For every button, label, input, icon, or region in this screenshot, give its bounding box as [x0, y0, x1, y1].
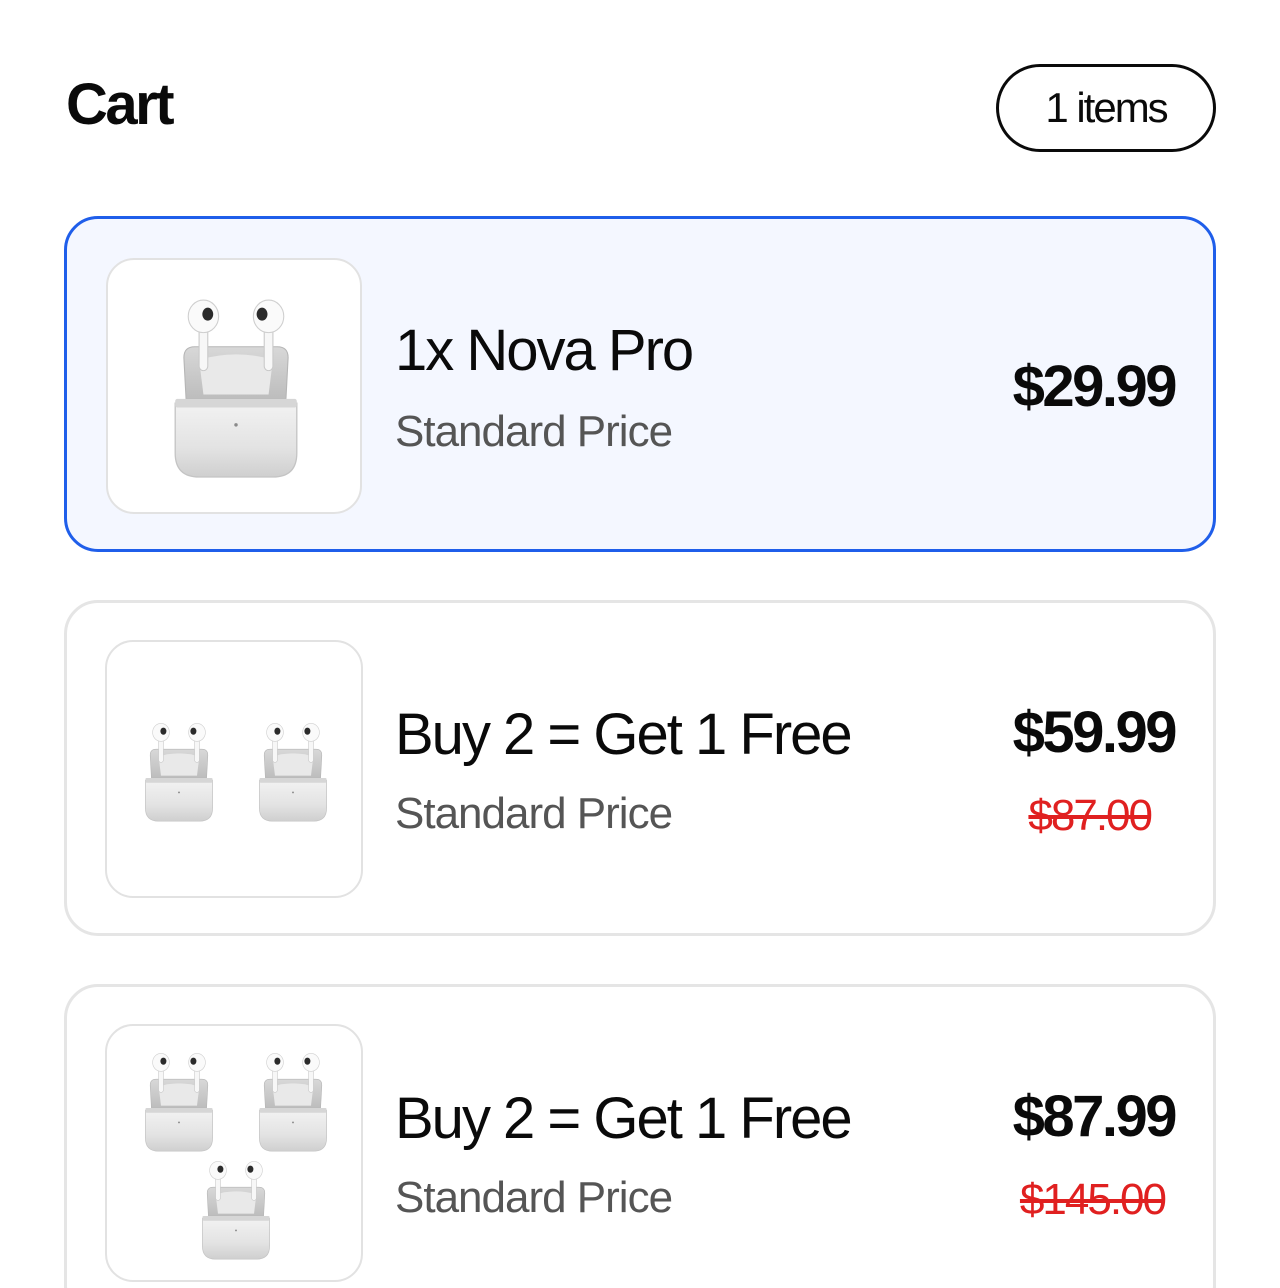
offer-name: Buy 2 = Get 1 Free: [395, 1086, 853, 1151]
offer-price: $59.99: [1012, 700, 1178, 765]
offer-card-bundle-2[interactable]: Buy 2 = Get 1 Free Standard Price $59.99…: [64, 600, 1216, 936]
product-image: [105, 640, 363, 898]
offer-card-bundle-3[interactable]: Buy 2 = Get 1 Free Standard Price $87.99…: [64, 984, 1216, 1288]
earbuds-case-icon: [194, 1156, 278, 1264]
offer-price-type: Standard Price: [395, 789, 673, 838]
earbuds-case-icon: [251, 718, 335, 826]
page-title: Cart: [66, 72, 175, 137]
cart-page: Cart 1 items 1x Nova Pro Standard Price …: [0, 0, 1280, 1288]
offer-name: 1x Nova Pro: [395, 318, 694, 383]
offer-price: $87.99: [1012, 1084, 1178, 1149]
item-count-badge: 1 items: [996, 64, 1216, 152]
earbuds-case-icon: [137, 718, 221, 826]
offer-card-single[interactable]: 1x Nova Pro Standard Price $29.99: [64, 216, 1216, 552]
earbuds-case-icon: [137, 1048, 221, 1156]
product-image: [106, 258, 362, 514]
product-image: [105, 1024, 363, 1282]
earbuds-case-icon: [160, 290, 312, 486]
offer-price-type: Standard Price: [395, 407, 673, 456]
original-price: $145.00: [1019, 1175, 1167, 1224]
earbuds-case-icon: [251, 1048, 335, 1156]
offer-price: $29.99: [1012, 354, 1178, 419]
offer-name: Buy 2 = Get 1 Free: [395, 702, 853, 767]
offer-price-type: Standard Price: [395, 1173, 673, 1222]
original-price: $87.00: [1028, 791, 1153, 840]
